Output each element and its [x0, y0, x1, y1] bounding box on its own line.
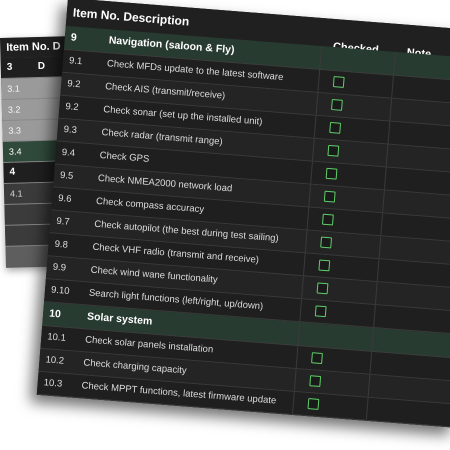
checkbox[interactable]	[309, 375, 322, 387]
back-row-number: 3.2	[7, 104, 21, 115]
back-row-number: 3.4	[8, 146, 22, 157]
item-number: 9.9	[52, 261, 67, 274]
checkbox[interactable]	[322, 213, 334, 226]
item-number: 9.10	[50, 284, 70, 298]
checked-cell	[295, 346, 339, 372]
checked-cell	[311, 138, 355, 164]
item-number: 9.6	[57, 192, 72, 205]
back-row-description: D	[37, 60, 46, 73]
checkbox[interactable]	[332, 76, 345, 88]
item-number: 9.2	[65, 101, 80, 114]
checked-cell	[302, 253, 346, 279]
back-row-number: 4.1	[9, 188, 23, 199]
item-number: 9.5	[59, 169, 74, 182]
back-row-number: 4	[9, 166, 16, 178]
checkbox[interactable]	[320, 236, 333, 249]
item-number: 9.3	[63, 124, 78, 137]
checkbox[interactable]	[311, 352, 323, 365]
checkbox[interactable]	[318, 259, 331, 272]
back-row-number: 3.3	[8, 125, 22, 136]
checkbox[interactable]	[329, 121, 342, 134]
checked-cell	[297, 322, 341, 349]
checkbox[interactable]	[307, 398, 320, 410]
checked-cell	[319, 45, 362, 73]
checkbox[interactable]	[316, 282, 329, 295]
checklist-sheet: Item No. Description Checked Note 9Navig…	[36, 0, 450, 428]
section-number: 10	[48, 307, 62, 321]
checked-cell	[292, 391, 335, 418]
item-description: Check GPS	[99, 149, 150, 165]
section-number: 9	[70, 31, 78, 44]
table-body: 9 Navigation (saloon & Fly) 9.1 Check MFDs …	[36, 25, 450, 428]
checkbox[interactable]	[331, 99, 343, 111]
checked-cell	[306, 207, 350, 233]
item-number: 10.3	[43, 377, 63, 390]
item-number: 10.2	[45, 354, 65, 367]
checkbox[interactable]	[323, 190, 336, 203]
checkbox[interactable]	[327, 144, 340, 157]
item-number: 9.4	[61, 147, 76, 160]
item-number: 10.1	[46, 331, 67, 344]
header-item-description: Item No. Description	[72, 5, 190, 29]
checkbox[interactable]	[314, 305, 327, 318]
checked-cell	[308, 184, 351, 210]
checked-cell	[304, 230, 348, 256]
checked-cell	[317, 69, 361, 96]
item-number: 9.2	[66, 78, 81, 91]
item-number: 9.8	[54, 238, 69, 251]
checked-cell	[301, 276, 344, 302]
item-number: 9.1	[68, 55, 83, 68]
checked-cell	[293, 369, 337, 395]
back-row-number: 3.1	[7, 83, 20, 94]
item-number: 9.7	[56, 215, 71, 228]
checked-cell	[313, 115, 357, 141]
checkbox[interactable]	[325, 167, 338, 180]
checked-cell	[299, 299, 342, 325]
back-row-number: 3	[6, 61, 13, 73]
checked-cell	[315, 92, 359, 119]
checked-cell	[310, 161, 353, 187]
